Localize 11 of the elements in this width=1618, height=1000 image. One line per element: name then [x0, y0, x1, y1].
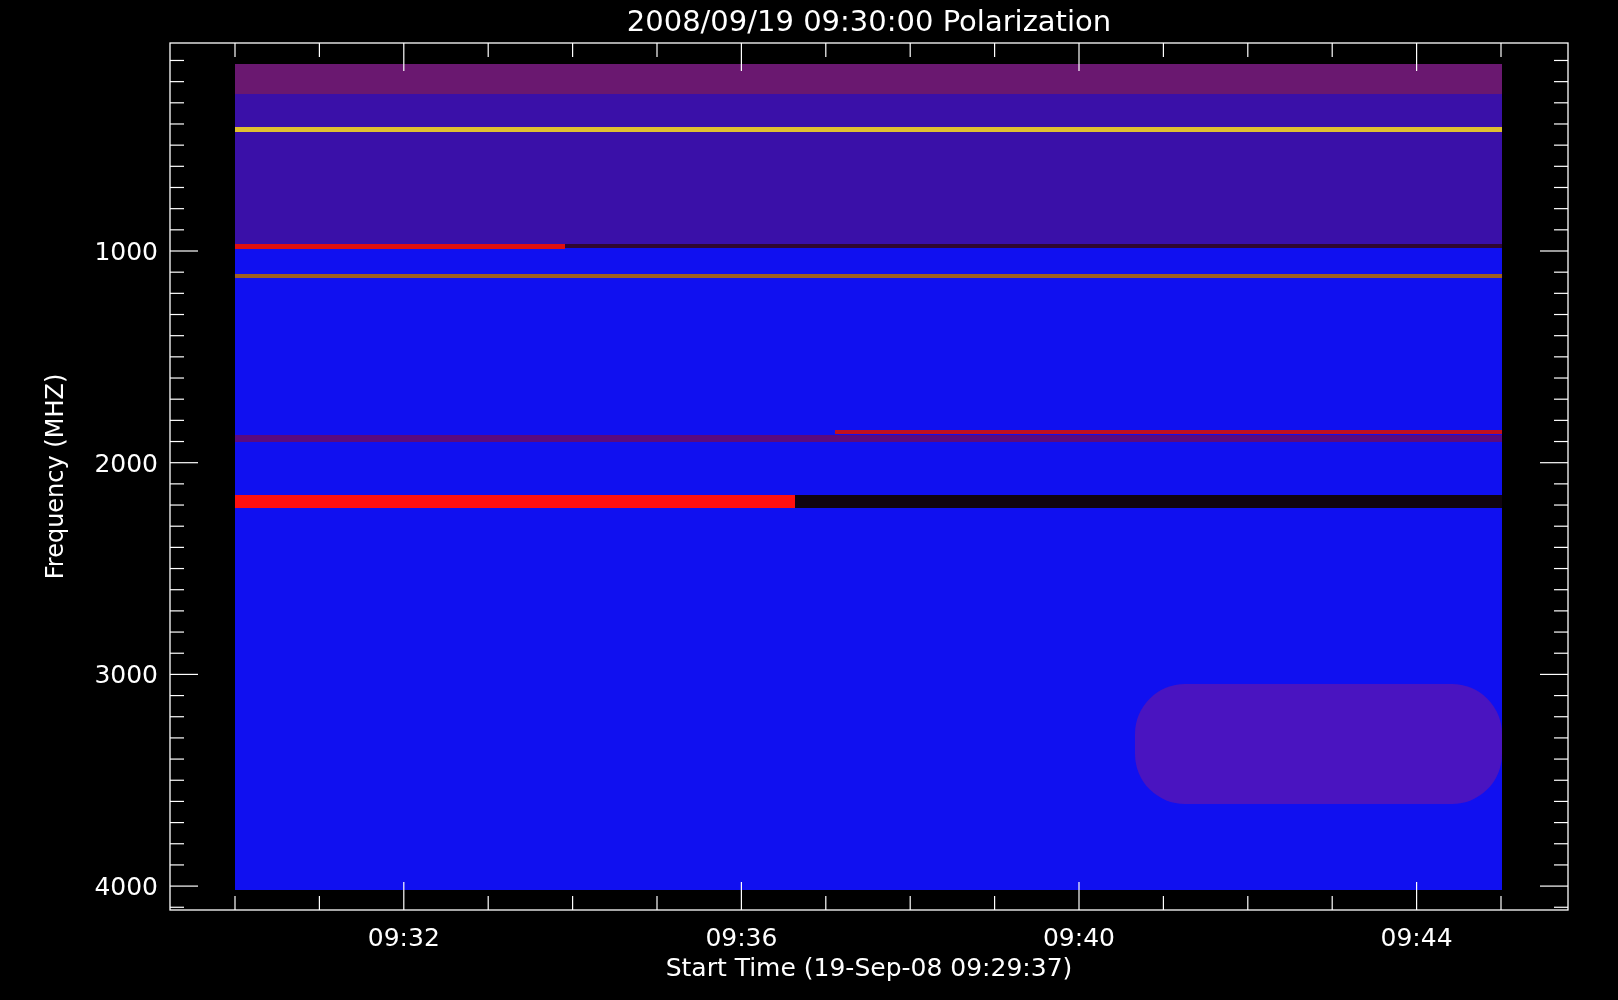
- x-tick-label: 09:40: [1043, 923, 1115, 952]
- y-tick-label: 2000: [94, 448, 158, 478]
- y-tick-label: 4000: [94, 872, 158, 902]
- chart-title: 2008/09/19 09:30:00 Polarization: [626, 4, 1112, 38]
- y-tick-label: 3000: [94, 660, 158, 690]
- x-tick-label: 09:44: [1380, 923, 1453, 952]
- y-tick-label: 1000: [94, 237, 158, 266]
- y-axis-label: Frequency (MHZ): [41, 373, 69, 580]
- x-tick-label: 09:36: [705, 923, 778, 952]
- x-axis-label: Start Time (19-Sep-08 09:29:37): [665, 953, 1073, 982]
- x-tick-label: 09:32: [367, 923, 440, 952]
